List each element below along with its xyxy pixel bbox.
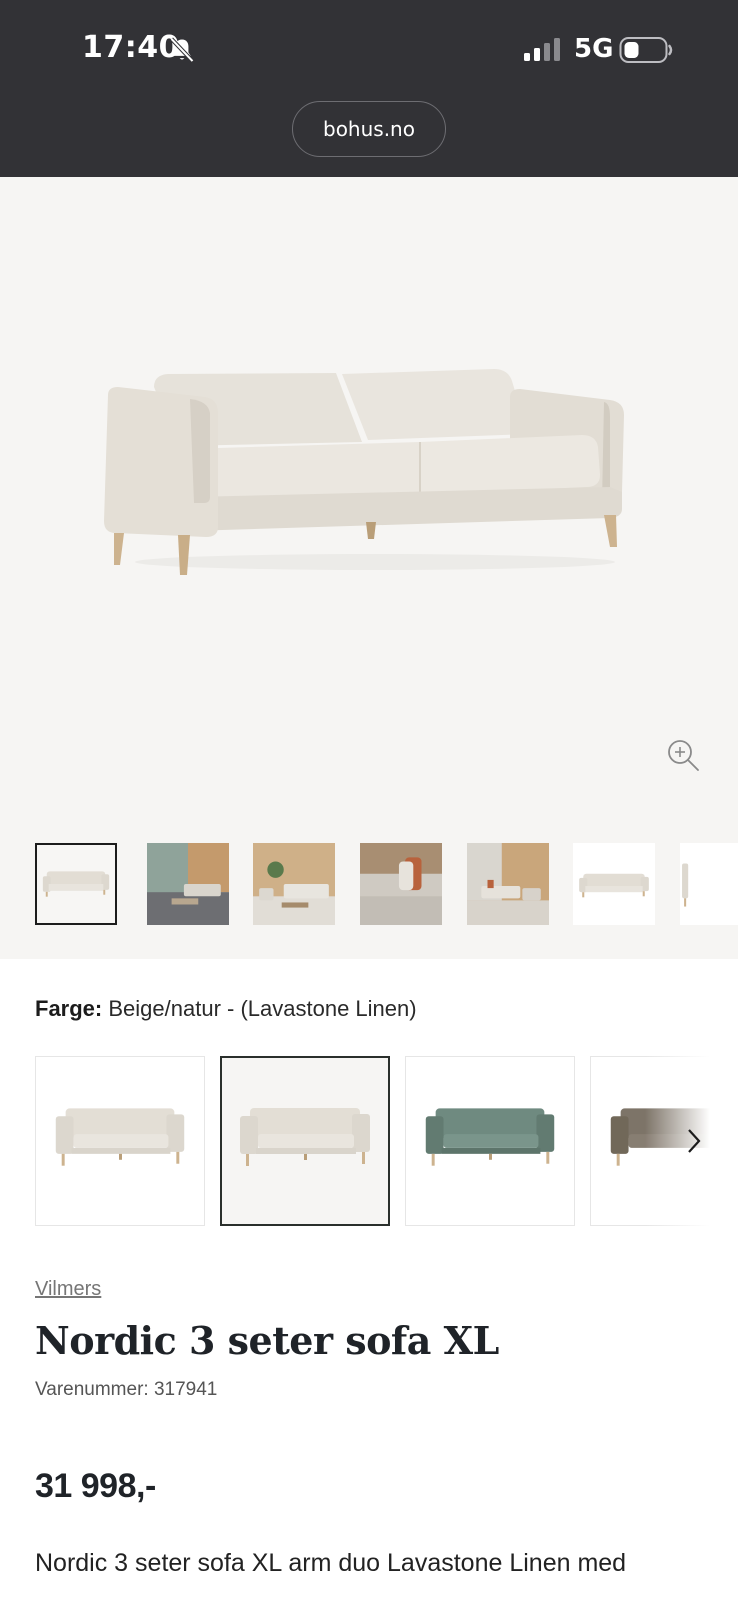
signal-icon: [524, 38, 560, 61]
color-value: Beige/natur - (Lavastone Linen): [108, 996, 417, 1021]
product-price: 31 998,-: [35, 1467, 156, 1505]
product-gallery: [0, 177, 738, 959]
chevron-right-icon[interactable]: [683, 1126, 705, 1156]
color-selection: Farge: Beige/natur - (Lavastone Linen): [35, 996, 417, 1022]
thumbnail-5[interactable]: [467, 843, 549, 925]
thumbnail-7[interactable]: [680, 843, 738, 925]
zoom-in-icon[interactable]: [666, 738, 700, 772]
url-bar[interactable]: bohus.no: [292, 101, 446, 157]
brand-link[interactable]: Vilmers: [35, 1278, 101, 1301]
battery-icon: [619, 37, 673, 63]
url-text: bohus.no: [323, 117, 415, 141]
color-label: Farge:: [35, 996, 103, 1021]
color-swatch-green[interactable]: [405, 1056, 575, 1226]
product-sku: Varenummer: 317941: [35, 1379, 218, 1400]
thumbnail-2[interactable]: [147, 843, 229, 925]
thumbnail-6[interactable]: [573, 843, 655, 925]
network-type: 5G: [574, 34, 614, 64]
thumbnail-4[interactable]: [360, 843, 442, 925]
thumbnail-strip: [35, 843, 738, 927]
product-description: Nordic 3 seter sofa XL arm duo Lavastone…: [35, 1549, 627, 1577]
color-swatch-beige-light[interactable]: [35, 1056, 205, 1226]
color-swatch-beige-natur[interactable]: [220, 1056, 390, 1226]
main-product-image[interactable]: [90, 347, 650, 587]
bell-slash-icon: [170, 37, 194, 63]
browser-header: 17:40 5G bohus.no: [0, 0, 738, 177]
color-swatch-list: [35, 1056, 738, 1226]
status-time: 17:40: [82, 30, 180, 65]
product-title: Nordic 3 seter sofa XL: [35, 1318, 499, 1363]
thumbnail-1[interactable]: [35, 843, 117, 925]
thumbnail-3[interactable]: [253, 843, 335, 925]
